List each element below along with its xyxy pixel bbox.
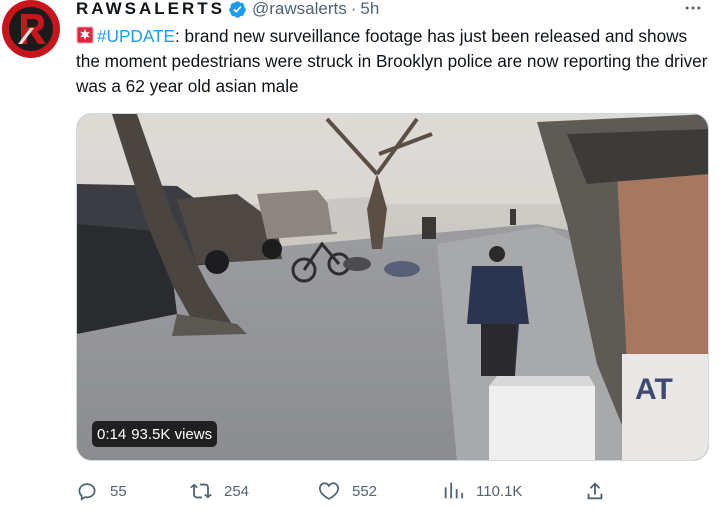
siren-emoji-icon <box>76 26 94 44</box>
avatar-logo-icon <box>18 14 46 44</box>
like-count: 552 <box>352 482 378 500</box>
share-button[interactable] <box>584 478 606 504</box>
tweet-timestamp[interactable]: 5h <box>360 0 379 19</box>
reply-button[interactable]: 55 <box>76 478 127 504</box>
store-sign: AT <box>635 373 673 406</box>
views-button[interactable]: 110.1K <box>442 478 522 504</box>
more-icon[interactable] <box>680 0 706 18</box>
retweet-icon <box>190 483 212 499</box>
video-views: 93.5K views <box>131 425 213 443</box>
video-frame: AT <box>77 114 708 460</box>
views-icon <box>444 482 464 499</box>
video-info-badge: 0:14 93.5K views <box>92 421 218 447</box>
hashtag-link[interactable]: #UPDATE <box>97 26 175 46</box>
time-separator: · <box>350 0 357 18</box>
author-name[interactable]: RAWSALERTS <box>76 0 225 19</box>
video-duration: 0:14 <box>97 425 127 443</box>
reply-count: 55 <box>110 482 127 500</box>
avatar[interactable] <box>2 0 60 58</box>
tweet-actions: 55 254 552 110.1K <box>76 478 716 504</box>
tweet-text: #UPDATE: brand new surveillance footage … <box>76 24 708 99</box>
like-button[interactable]: 552 <box>318 478 377 504</box>
retweet-count: 254 <box>224 482 250 500</box>
verified-badge-icon[interactable] <box>228 0 247 19</box>
views-count: 110.1K <box>476 482 523 500</box>
reply-icon <box>78 483 96 501</box>
heart-icon <box>318 482 340 500</box>
tweet-header: RAWSALERTS @rawsalerts · 5h <box>76 0 379 20</box>
retweet-button[interactable]: 254 <box>190 478 249 504</box>
author-handle[interactable]: @rawsalerts <box>252 0 347 19</box>
video-player[interactable]: AT 0:14 93.5K views <box>76 113 709 461</box>
share-icon <box>587 482 603 500</box>
